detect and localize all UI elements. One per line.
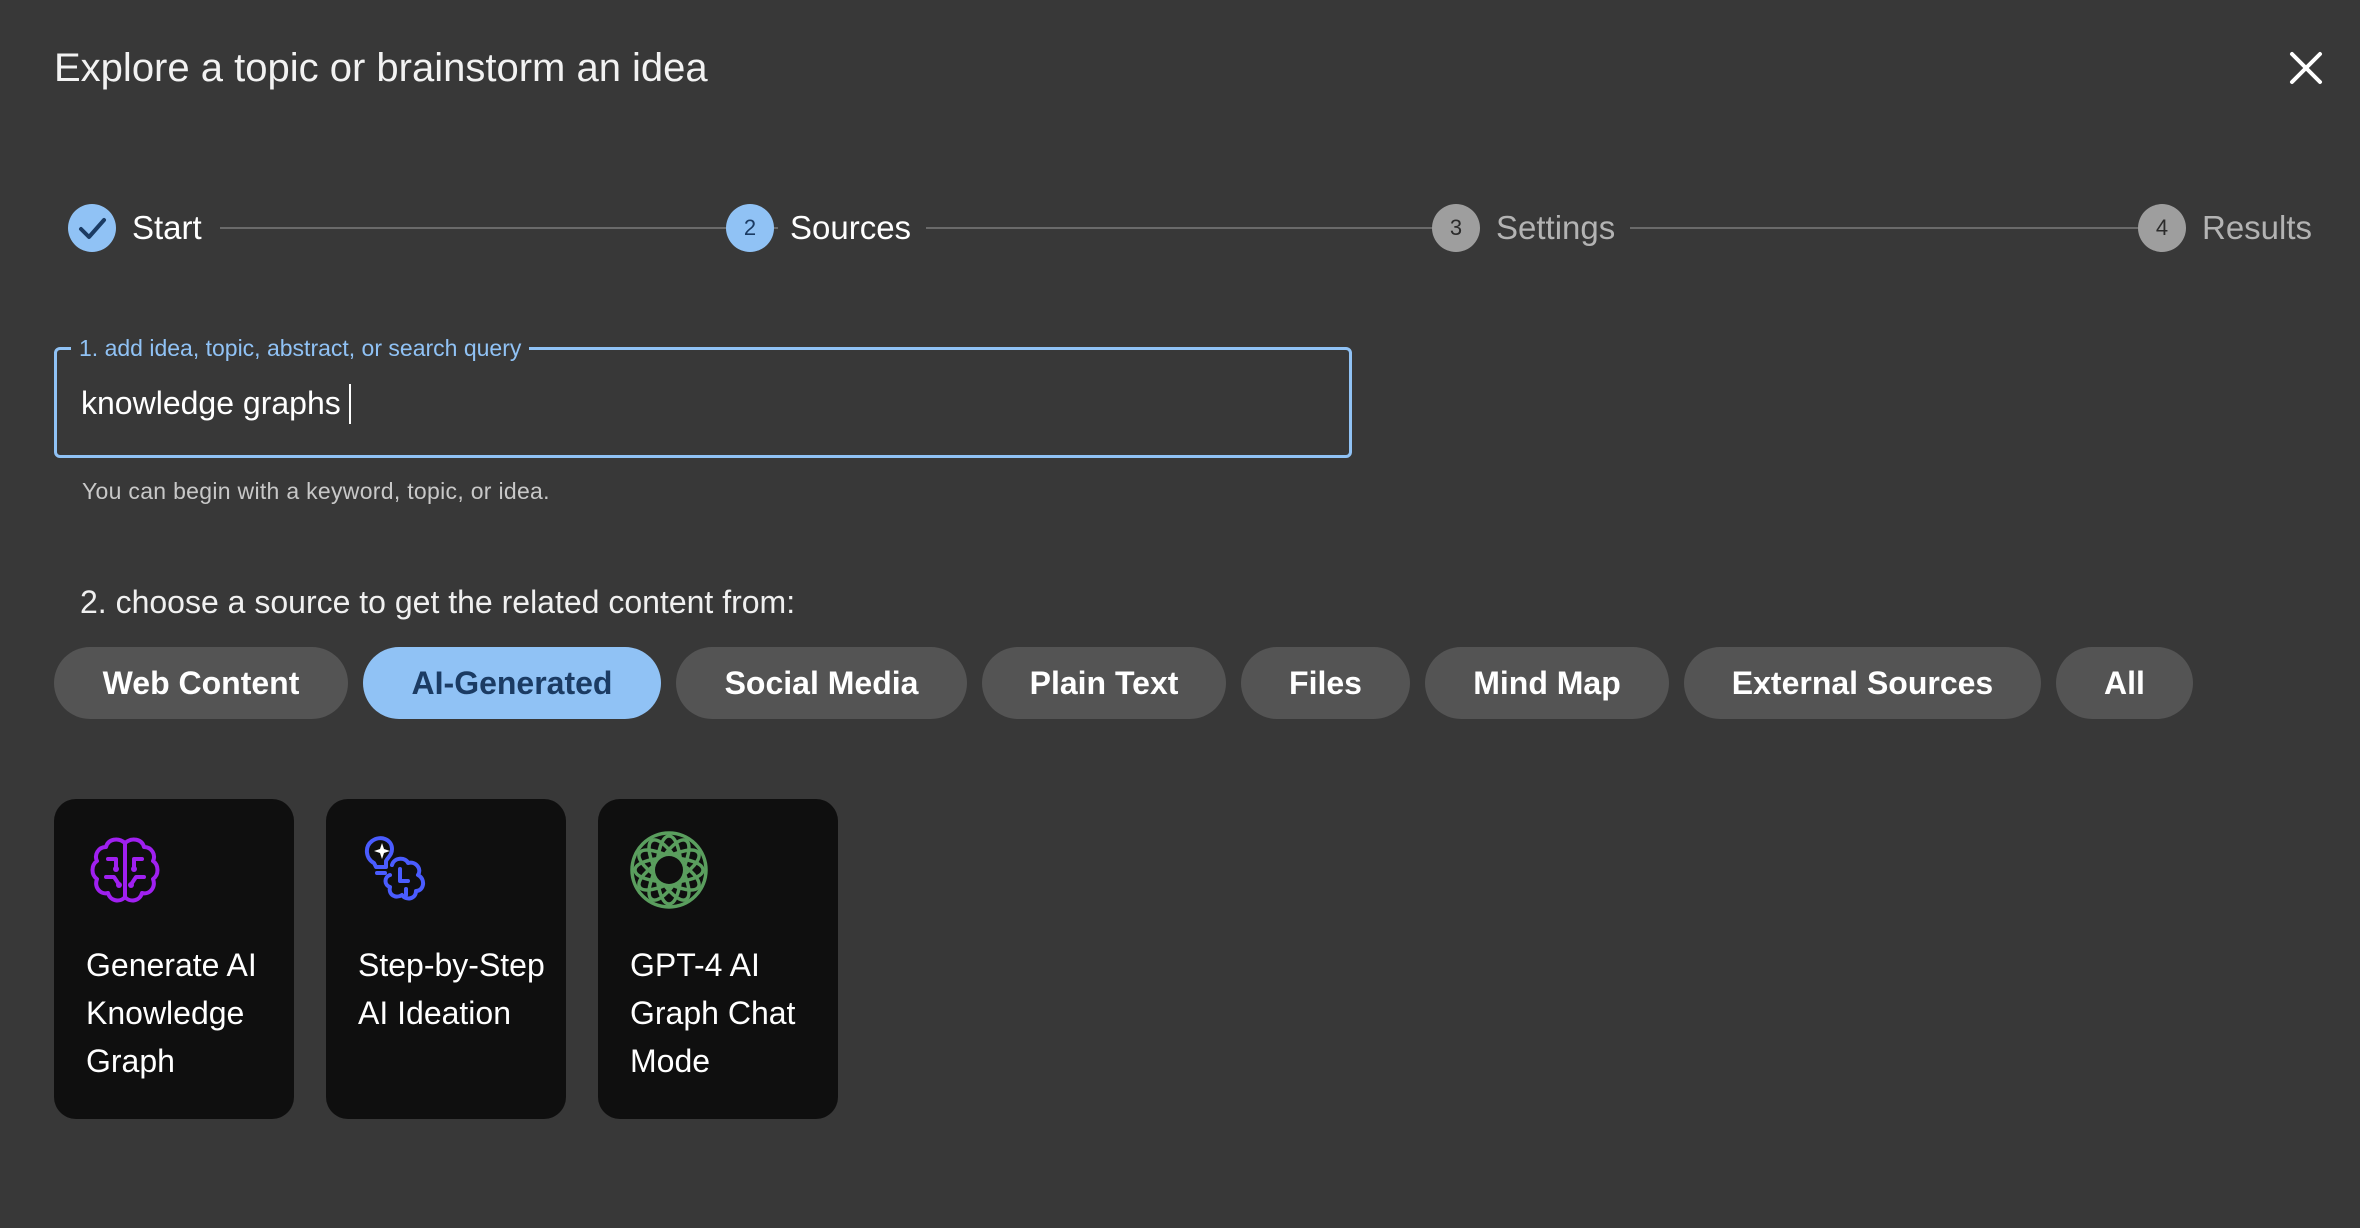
step-results: 4 Results	[2138, 202, 2312, 254]
step-results-number: 4	[2138, 204, 2186, 252]
step-results-label: Results	[2202, 209, 2313, 246]
chip-files[interactable]: Files	[1241, 647, 1410, 719]
card-label: Generate AI Knowledge Graph	[86, 947, 257, 1079]
step-start: Start	[68, 202, 202, 254]
step-settings: 3 Settings	[1432, 202, 1615, 254]
step-connector	[220, 227, 778, 229]
brain-circuit-icon	[84, 829, 166, 911]
close-button[interactable]	[2282, 44, 2330, 92]
chip-web-content[interactable]: Web Content	[54, 647, 348, 719]
chip-social-media[interactable]: Social Media	[676, 647, 967, 719]
stepper: Start 2 Sources 3 Settings 4 Results	[68, 202, 2312, 254]
card-step-by-step-ai-ideation[interactable]: Step-by-Step AI Ideation	[326, 799, 566, 1119]
step-sources: 2 Sources	[726, 202, 911, 254]
lightbulb-brain-icon	[356, 829, 438, 911]
dialog-title: Explore a topic or brainstorm an idea	[54, 46, 708, 90]
step-start-label: Start	[132, 209, 202, 246]
text-caret	[349, 384, 351, 424]
check-icon	[79, 218, 106, 239]
card-label: Step-by-Step AI Ideation	[358, 947, 545, 1031]
query-field: 1. add idea, topic, abstract, or search …	[54, 334, 1352, 458]
close-icon	[2290, 52, 2322, 84]
query-helper-text: You can begin with a keyword, topic, or …	[82, 478, 550, 504]
step-settings-label: Settings	[1496, 209, 1616, 246]
step-sources-number: 2	[726, 204, 774, 252]
step-sources-label: Sources	[790, 209, 912, 246]
card-gpt4-ai-graph-chat-mode[interactable]: GPT-4 AI Graph Chat Mode	[598, 799, 838, 1119]
query-field-legend: 1. add idea, topic, abstract, or search …	[71, 334, 530, 362]
chip-plain-text[interactable]: Plain Text	[982, 647, 1226, 719]
query-input[interactable]	[81, 380, 1321, 426]
step-settings-number: 3	[1432, 204, 1480, 252]
step-connector	[926, 227, 1480, 229]
explore-dialog: Explore a topic or brainstorm an idea St…	[0, 0, 2360, 1228]
chip-ai-generated[interactable]: AI-Generated	[363, 647, 661, 719]
openai-icon	[628, 829, 710, 911]
card-generate-ai-knowledge-graph[interactable]: Generate AI Knowledge Graph	[54, 799, 294, 1119]
step-connector	[1630, 227, 2186, 229]
chip-all[interactable]: All	[2056, 647, 2193, 719]
card-label: GPT-4 AI Graph Chat Mode	[630, 947, 796, 1079]
source-section-label: 2. choose a source to get the related co…	[80, 584, 796, 620]
chip-external-sources[interactable]: External Sources	[1684, 647, 2041, 719]
chip-mind-map[interactable]: Mind Map	[1425, 647, 1669, 719]
step-start-circle	[68, 204, 116, 252]
